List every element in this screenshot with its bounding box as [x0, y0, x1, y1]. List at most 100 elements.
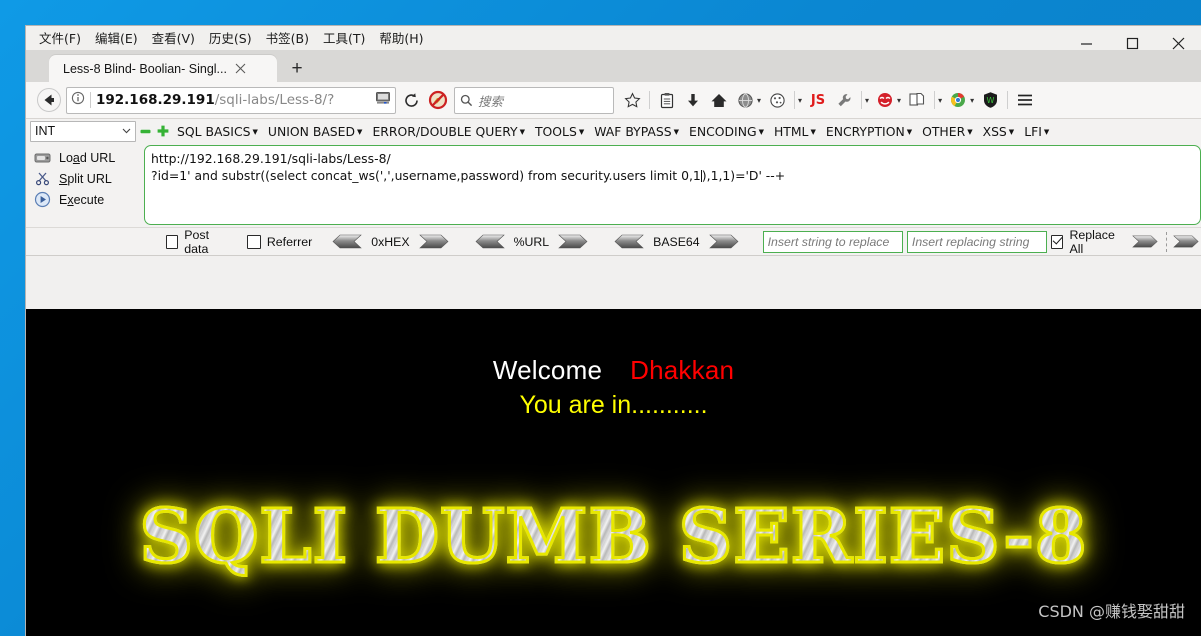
post-data-option[interactable]: Post data — [166, 228, 229, 256]
back-button[interactable] — [34, 86, 64, 114]
url-decode-arrow-icon[interactable] — [473, 234, 505, 249]
hackbar-menu-label: ENCRYPTION — [825, 123, 905, 139]
url-encode-group: %URL — [473, 234, 591, 249]
post-data-checkbox[interactable] — [166, 234, 179, 249]
globe-icon[interactable] — [733, 87, 757, 113]
hackbar-menu-union-based[interactable]: UNION BASED ▼ — [263, 122, 368, 141]
hex-label: 0xHEX — [371, 234, 410, 249]
menu-view[interactable]: 查看(V) — [145, 26, 202, 51]
navigation-toolbar: 192.168.29.191/sqli-labs/Less-8/? 搜索 ▾ ▾… — [26, 82, 1201, 119]
hex-converter-group: 0xHEX — [330, 234, 450, 249]
wrench-dropdown-caret[interactable]: ▾ — [865, 96, 869, 105]
red-face-icon[interactable] — [873, 87, 897, 113]
load-url-icon — [34, 153, 51, 162]
csdn-watermark: CSDN @赚钱娶甜甜 — [1038, 602, 1185, 621]
hackbar-type-value: INT — [35, 124, 56, 138]
load-url-button[interactable]: Load URL — [26, 147, 144, 168]
cookie-icon[interactable] — [765, 87, 789, 113]
tab-active[interactable]: Less-8 Blind- Boolian- Singl... — [49, 55, 277, 82]
search-bar[interactable]: 搜索 — [454, 86, 614, 114]
overflow-arrow-icon[interactable] — [1173, 234, 1201, 249]
base64-encode-arrow-icon[interactable] — [708, 234, 741, 249]
bookmark-star-icon[interactable] — [620, 87, 644, 113]
hackbar-menu-sql-basics[interactable]: SQL BASICS ▼ — [172, 122, 263, 141]
clipboard-icon[interactable] — [655, 87, 679, 113]
menu-tools[interactable]: 工具(T) — [316, 26, 372, 51]
search-icon — [460, 94, 473, 106]
hackbar-menu-waf-bypass[interactable]: WAF BYPASS ▼ — [589, 122, 684, 141]
hackbar-type-select[interactable]: INT — [30, 120, 136, 142]
menu-bookmarks[interactable]: 书签(B) — [259, 26, 316, 51]
pages-icon[interactable] — [905, 87, 929, 113]
hackbar-menu-error-double-query[interactable]: ERROR/DOUBLE QUERY ▼ — [367, 122, 530, 141]
noscript-icon[interactable] — [426, 87, 450, 113]
remove-tab-icon[interactable] — [136, 126, 154, 137]
hackbar-menu-label: WAF BYPASS — [594, 123, 672, 139]
menu-edit[interactable]: 编辑(E) — [88, 26, 145, 51]
hackbar-menu-encryption[interactable]: ENCRYPTION ▼ — [821, 122, 917, 141]
menu-file[interactable]: 文件(F) — [32, 26, 88, 51]
tab-strip: Less-8 Blind- Boolian- Singl... + — [26, 50, 1201, 82]
javascript-toggle-icon[interactable]: JS — [806, 87, 830, 113]
hackbar-actions: Load URL Split URL Execute — [26, 145, 144, 210]
replace-with-placeholder: Insert replacing string — [911, 234, 1030, 249]
new-tab-button[interactable]: + — [283, 56, 311, 82]
red-face-dropdown-caret[interactable]: ▾ — [897, 96, 901, 105]
referrer-checkbox[interactable] — [246, 234, 261, 249]
hex-decode-arrow-icon[interactable] — [330, 234, 363, 249]
hackbar-menu-other[interactable]: OTHER ▼ — [917, 122, 977, 141]
welcome-line: Welcome Dhakkan — [26, 355, 1201, 386]
pages-dropdown-caret[interactable]: ▾ — [938, 96, 942, 105]
url-bar[interactable]: 192.168.29.191/sqli-labs/Less-8/? — [66, 86, 396, 114]
hackbar-menu-row: INT SQL BASICS ▼ UNION BASED ▼ ERROR/DOUBL… — [26, 119, 1201, 143]
execute-button[interactable]: Execute — [26, 189, 144, 210]
chrome-icon[interactable] — [946, 87, 970, 113]
hackbar-url-line2: ?id=1' and substr((select concat_ws(',',… — [151, 167, 1194, 184]
username-text: Dhakkan — [630, 355, 735, 385]
download-icon[interactable] — [681, 87, 705, 113]
replace-apply-arrow-icon[interactable] — [1132, 234, 1160, 249]
add-tab-icon[interactable] — [154, 125, 172, 137]
hackbar-url-textarea[interactable]: http://192.168.29.191/sqli-labs/Less-8/ … — [144, 145, 1201, 225]
reload-button[interactable] — [396, 86, 426, 114]
globe-dropdown-caret[interactable]: ▾ — [757, 96, 761, 105]
hackbar-menu-xss[interactable]: XSS ▼ — [978, 122, 1020, 141]
menu-history[interactable]: 历史(S) — [202, 26, 259, 51]
hackbar-url-line2-before: ?id=1' and substr((select concat_ws(',',… — [151, 168, 701, 183]
hex-encode-arrow-icon[interactable] — [418, 234, 451, 249]
hackbar-menu-label: HTML — [773, 123, 809, 139]
url-text: 192.168.29.191/sqli-labs/Less-8/? — [96, 92, 334, 108]
replace-all-option[interactable]: Replace All — [1051, 228, 1122, 256]
chrome-dropdown-caret[interactable]: ▾ — [970, 96, 974, 105]
menu-help[interactable]: 帮助(H) — [372, 26, 430, 51]
hackbar-menu-html[interactable]: HTML ▼ — [769, 122, 821, 141]
execute-label: Execute — [59, 192, 105, 207]
hamburger-menu-icon[interactable] — [1013, 87, 1037, 113]
screenshot-icon[interactable] — [375, 91, 391, 110]
hackbar-menu-tools[interactable]: TOOLS ▼ — [530, 122, 589, 141]
hackbar-menu-lfi[interactable]: LFI ▼ — [1019, 122, 1054, 141]
page-info-icon[interactable] — [71, 91, 85, 110]
cookie-dropdown-caret[interactable]: ▾ — [798, 96, 802, 105]
split-url-button[interactable]: Split URL — [26, 168, 144, 189]
replace-all-checkbox[interactable] — [1051, 234, 1064, 249]
home-icon[interactable] — [707, 87, 731, 113]
url-path: /sqli-labs/Less-8/? — [214, 92, 335, 108]
url-encode-label: %URL — [513, 234, 550, 249]
split-url-label: Split URL — [59, 171, 112, 186]
extension-toolbar: ▾ ▾ JS ▾ ▾ ▾ ▾ W — [620, 87, 1037, 113]
hackbar-url-line1: http://192.168.29.191/sqli-labs/Less-8/ — [151, 151, 391, 166]
url-encode-arrow-icon[interactable] — [558, 234, 590, 249]
replace-search-input[interactable]: Insert string to replace — [762, 230, 903, 253]
base64-label: BASE64 — [653, 234, 700, 249]
hackbar-menu-label: XSS — [982, 123, 1007, 139]
wrench-icon[interactable] — [832, 87, 856, 113]
replace-with-input[interactable]: Insert replacing string — [906, 230, 1048, 253]
hackbar-menu-encoding[interactable]: ENCODING ▼ — [684, 122, 769, 141]
base64-decode-arrow-icon[interactable] — [612, 234, 644, 249]
hackbar-menu-label: TOOLS — [534, 123, 577, 139]
tab-close-icon[interactable] — [233, 61, 249, 77]
shield-icon[interactable]: W — [978, 87, 1002, 113]
referrer-option[interactable]: Referrer — [246, 234, 312, 249]
welcome-block: Welcome Dhakkan You are in........... — [26, 309, 1201, 420]
